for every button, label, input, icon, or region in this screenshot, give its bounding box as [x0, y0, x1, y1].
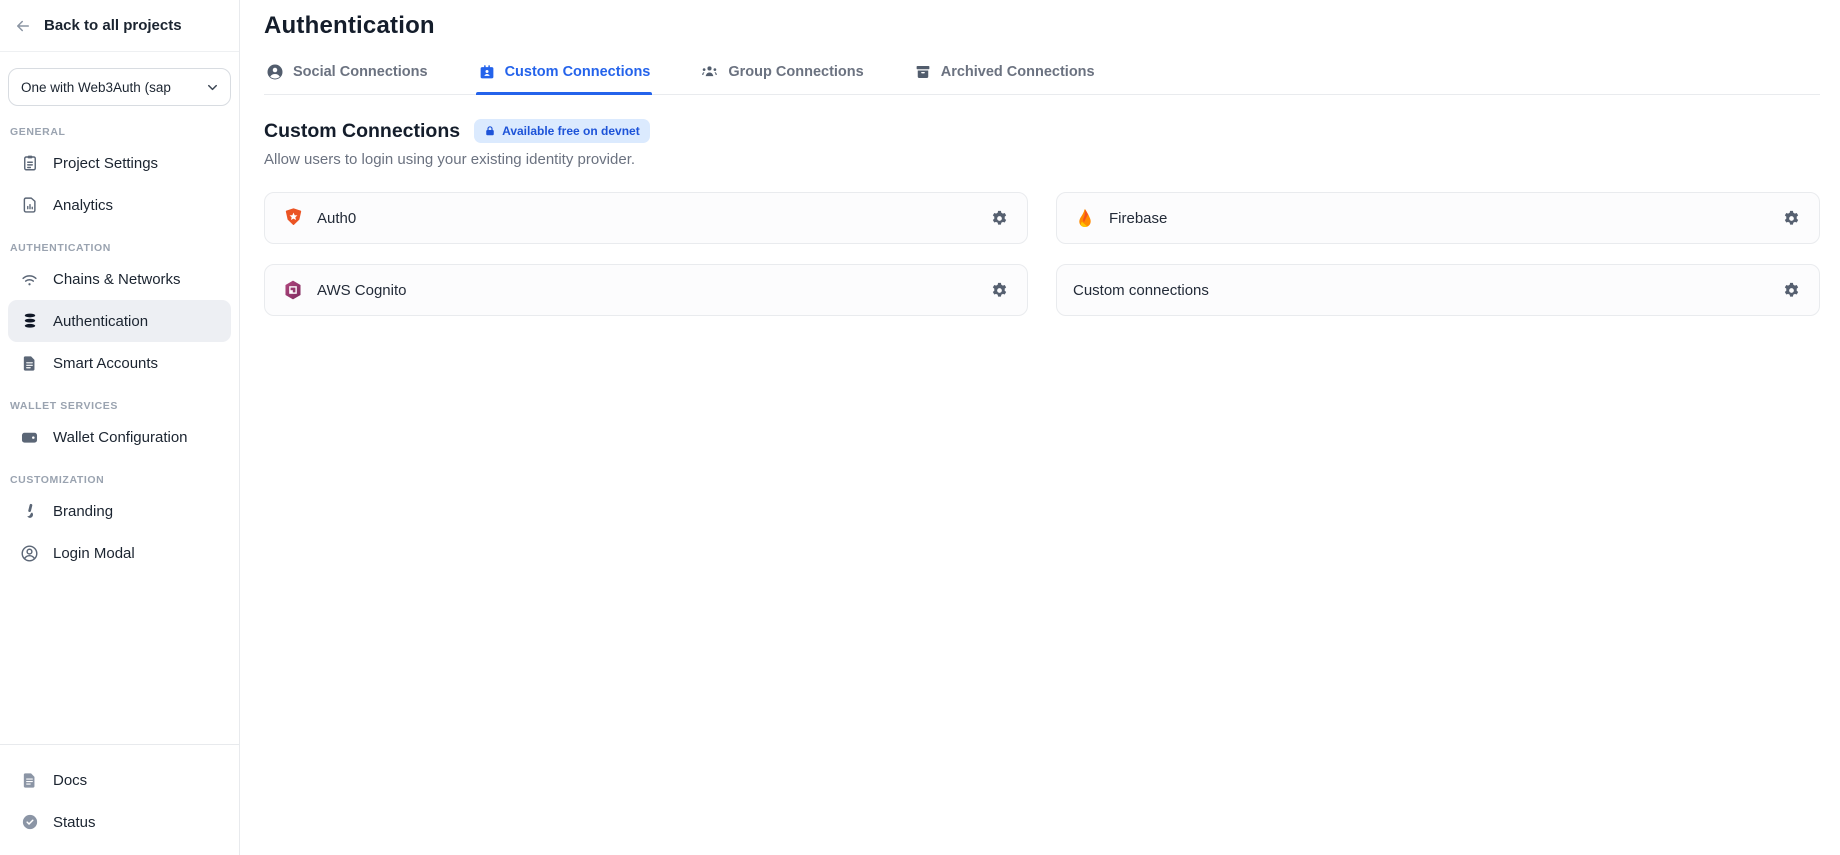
- connection-card-auth0[interactable]: Auth0: [264, 192, 1028, 244]
- main-content: Authentication Social Connections Custom…: [240, 0, 1840, 855]
- sidebar-item-branding[interactable]: Branding: [8, 490, 231, 532]
- connections-grid: Auth0 Firebase AWS Cognito: [264, 192, 1820, 316]
- gear-icon[interactable]: [988, 279, 1011, 302]
- aws-cognito-logo: [281, 278, 305, 302]
- sidebar-item-project-settings[interactable]: Project Settings: [8, 142, 231, 184]
- file-icon: [20, 354, 39, 373]
- gear-icon[interactable]: [988, 207, 1011, 230]
- sidebar-item-label: Project Settings: [53, 155, 158, 172]
- tab-custom-connections[interactable]: Custom Connections: [476, 58, 653, 94]
- sidebar-footer: Docs Status: [0, 744, 239, 855]
- connection-card-firebase[interactable]: Firebase: [1056, 192, 1820, 244]
- sidebar-item-label: Wallet Configuration: [53, 429, 188, 446]
- sidebar-item-docs[interactable]: Docs: [8, 759, 231, 801]
- id-badge-icon: [478, 63, 496, 81]
- sidebar-item-analytics[interactable]: Analytics: [8, 184, 231, 226]
- tab-group-connections[interactable]: Group Connections: [698, 58, 865, 94]
- project-selector[interactable]: One with Web3Auth (sap: [8, 68, 231, 106]
- brush-icon: [20, 502, 39, 521]
- sidebar-item-chains-networks[interactable]: Chains & Networks: [8, 258, 231, 300]
- section-header: Custom Connections Available free on dev…: [264, 119, 1820, 143]
- arrow-left-icon: [14, 17, 32, 35]
- devnet-badge: Available free on devnet: [474, 119, 650, 143]
- user-circle-icon: [20, 544, 39, 563]
- analytics-doc-icon: [20, 196, 39, 215]
- section-title: Custom Connections: [264, 120, 460, 143]
- sidebar-item-wallet-configuration[interactable]: Wallet Configuration: [8, 416, 231, 458]
- gear-icon[interactable]: [1780, 207, 1803, 230]
- tab-bar: Social Connections Custom Connections Gr…: [264, 58, 1820, 95]
- project-selector-value: One with Web3Auth (sap: [21, 80, 201, 95]
- sidebar-item-label: Chains & Networks: [53, 271, 181, 288]
- lock-icon: [484, 125, 496, 137]
- auth0-logo: [281, 206, 305, 230]
- tab-label: Archived Connections: [941, 64, 1095, 80]
- tab-label: Social Connections: [293, 64, 428, 80]
- app-window: Back to all projects One with Web3Auth (…: [0, 0, 1840, 855]
- sidebar-item-label: Smart Accounts: [53, 355, 158, 372]
- connection-card-label: Custom connections: [1073, 282, 1780, 299]
- clipboard-icon: [20, 154, 39, 173]
- firebase-logo: [1073, 206, 1097, 230]
- tab-label: Group Connections: [728, 64, 863, 80]
- stack-icon: [20, 312, 39, 331]
- sidebar-item-status[interactable]: Status: [8, 801, 231, 843]
- user-circle-solid-icon: [266, 63, 284, 81]
- sidebar-item-label: Authentication: [53, 313, 148, 330]
- connection-card-aws-cognito[interactable]: AWS Cognito: [264, 264, 1028, 316]
- section-label-general: GENERAL: [10, 126, 231, 138]
- page-title: Authentication: [264, 12, 1820, 40]
- chevron-down-icon: [205, 80, 220, 95]
- sidebar-item-smart-accounts[interactable]: Smart Accounts: [8, 342, 231, 384]
- tab-social-connections[interactable]: Social Connections: [264, 58, 430, 94]
- tab-archived-connections[interactable]: Archived Connections: [912, 58, 1097, 94]
- wallet-icon: [20, 428, 39, 447]
- section-label-customization: CUSTOMIZATION: [10, 474, 231, 486]
- sidebar-item-label: Branding: [53, 503, 113, 520]
- section-label-wallet-services: WALLET SERVICES: [10, 400, 231, 412]
- sidebar: Back to all projects One with Web3Auth (…: [0, 0, 240, 855]
- back-to-projects-link[interactable]: Back to all projects: [0, 0, 239, 52]
- users-group-icon: [700, 62, 719, 81]
- tab-label: Custom Connections: [505, 64, 651, 80]
- devnet-badge-label: Available free on devnet: [502, 124, 640, 138]
- sidebar-item-label: Login Modal: [53, 545, 135, 562]
- connection-card-label: Auth0: [317, 210, 988, 227]
- sidebar-item-authentication[interactable]: Authentication: [8, 300, 231, 342]
- connection-card-custom[interactable]: Custom connections: [1056, 264, 1820, 316]
- sidebar-item-label: Docs: [53, 772, 87, 789]
- back-label: Back to all projects: [44, 17, 182, 34]
- archive-icon: [914, 63, 932, 81]
- section-label-authentication: AUTHENTICATION: [10, 242, 231, 254]
- section-description: Allow users to login using your existing…: [264, 151, 1820, 168]
- check-circle-icon: [20, 813, 39, 832]
- wifi-icon: [20, 270, 39, 289]
- document-icon: [20, 771, 39, 790]
- sidebar-nav: GENERAL Project Settings Analytics AUTHE…: [0, 110, 239, 744]
- connection-card-label: Firebase: [1109, 210, 1780, 227]
- gear-icon[interactable]: [1780, 279, 1803, 302]
- connection-card-label: AWS Cognito: [317, 282, 988, 299]
- sidebar-item-label: Status: [53, 814, 96, 831]
- sidebar-item-login-modal[interactable]: Login Modal: [8, 532, 231, 574]
- sidebar-item-label: Analytics: [53, 197, 113, 214]
